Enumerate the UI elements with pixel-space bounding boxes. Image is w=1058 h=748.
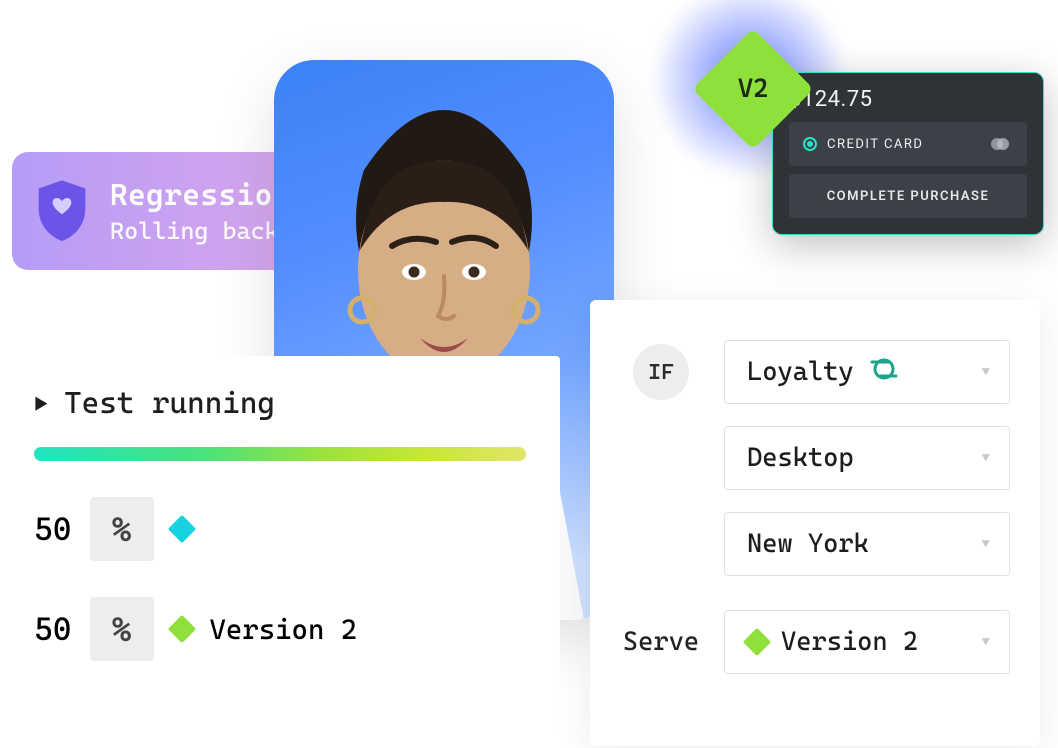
play-icon: ▶ — [34, 392, 48, 416]
diamond-lime-icon — [743, 628, 771, 656]
chevron-down-icon: ▾ — [980, 534, 991, 555]
loyalty-icon — [868, 353, 900, 392]
radio-selected-icon — [803, 137, 817, 151]
payment-price: $124.75 — [789, 87, 1027, 112]
payment-method-row[interactable]: CREDIT CARD — [789, 122, 1027, 166]
device-value: Desktop — [747, 443, 854, 473]
chevron-down-icon: ▾ — [980, 448, 991, 469]
chevron-down-icon: ▾ — [980, 632, 991, 653]
if-chip: IF — [633, 344, 689, 400]
serve-dropdown[interactable]: Version 2 ▾ — [724, 610, 1010, 674]
version-badge-label: V2 — [738, 74, 768, 104]
test-title: Test running — [64, 386, 275, 421]
diamond-cyan-icon — [167, 515, 195, 543]
complete-purchase-button[interactable]: COMPLETE PURCHASE — [789, 174, 1027, 218]
shield-heart-icon — [34, 179, 90, 243]
serve-label: Serve — [623, 627, 699, 657]
split-value: 50 — [34, 510, 72, 548]
percent-icon: % — [90, 597, 154, 661]
rules-card: IF Loyalty ▾ Desktop ▾ — [590, 300, 1040, 746]
segment-value: Loyalty — [747, 357, 854, 387]
location-value: New York — [747, 529, 869, 559]
location-dropdown[interactable]: New York ▾ — [724, 512, 1010, 576]
percent-icon: % — [90, 497, 154, 561]
split-label: Version 2 — [210, 613, 358, 646]
chevron-down-icon: ▾ — [980, 362, 991, 383]
test-card: ▶ Test running 50 % 50 % Version 2 — [0, 356, 560, 746]
payment-method-label: CREDIT CARD — [827, 137, 923, 152]
if-label: IF — [648, 360, 674, 385]
test-progress-bar — [34, 447, 526, 461]
segment-dropdown[interactable]: Loyalty ▾ — [724, 340, 1010, 404]
split-row-1: 50 % — [34, 497, 526, 561]
complete-purchase-label: COMPLETE PURCHASE — [827, 189, 990, 204]
device-dropdown[interactable]: Desktop ▾ — [724, 426, 1010, 490]
diamond-lime-icon — [167, 615, 195, 643]
serve-value: Version 2 — [781, 627, 918, 657]
mastercard-icon — [987, 135, 1013, 153]
payment-card: $124.75 CREDIT CARD COMPLETE PURCHASE — [772, 72, 1044, 235]
split-row-2: 50 % Version 2 — [34, 597, 526, 661]
split-value: 50 — [34, 610, 72, 648]
